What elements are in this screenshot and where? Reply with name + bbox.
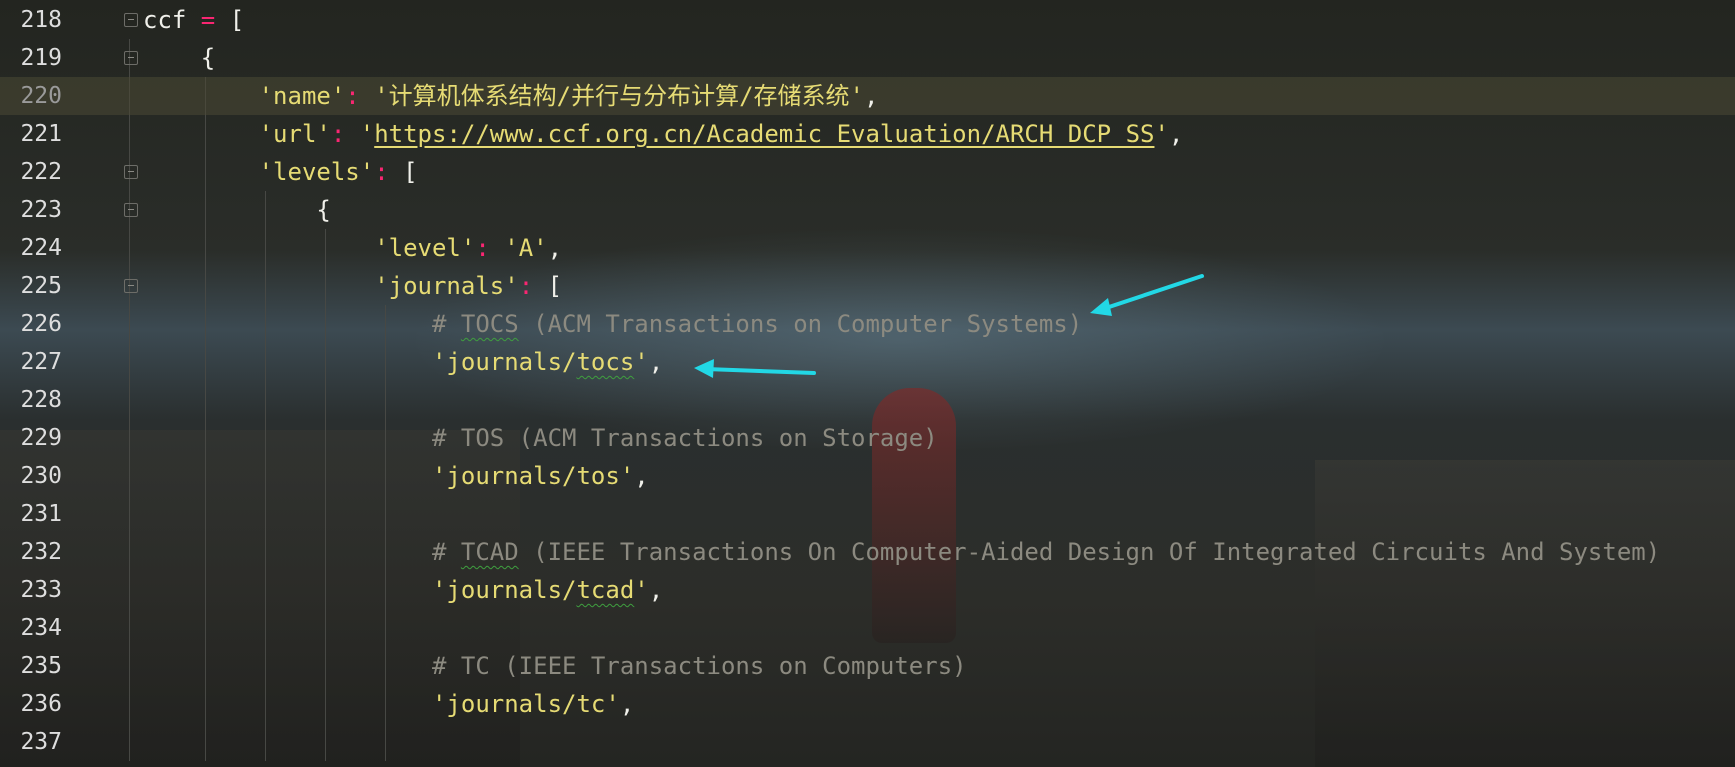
arrow-to-journal bbox=[694, 359, 816, 378]
arrow-to-comment bbox=[1090, 274, 1204, 316]
annotation-arrows bbox=[694, 274, 1204, 378]
